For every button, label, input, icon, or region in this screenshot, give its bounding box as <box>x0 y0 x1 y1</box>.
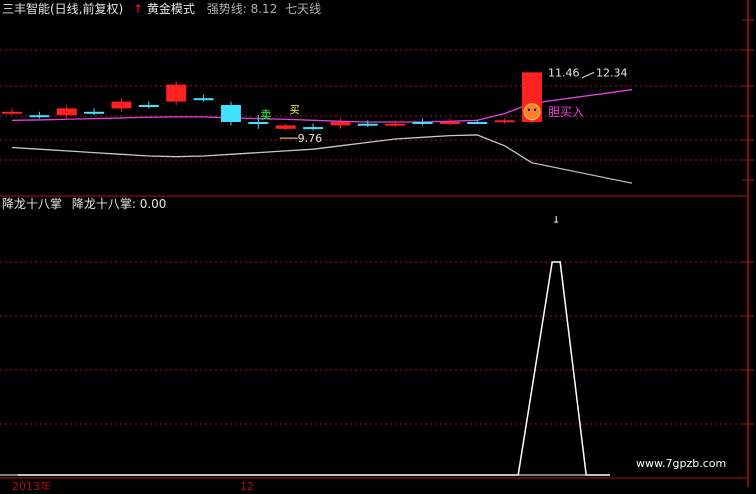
indicator-plot[interactable] <box>18 216 610 476</box>
candle-body <box>357 123 378 126</box>
candle-body <box>330 122 351 126</box>
indicator-line <box>18 261 610 476</box>
up-arrow-icon: ↑ <box>133 2 144 16</box>
sell-marker: 卖 <box>260 108 271 121</box>
label-connector <box>581 71 595 79</box>
buy-signal-label: 胆买入 <box>548 105 584 119</box>
target-price-label: 12.34 <box>596 66 628 79</box>
candle-body <box>412 122 433 124</box>
candle-body <box>303 127 324 130</box>
buy-signal-icon-eye <box>527 108 531 112</box>
candlestick-plot[interactable]: 11.46 12.34 9.76 胆买入 卖 买 <box>2 66 633 184</box>
candle-body <box>494 120 515 123</box>
stock-chart-canvas: 11.46 12.34 9.76 胆买入 卖 买 <box>0 0 754 487</box>
stock-title: 三丰智能(日线,前复权) <box>2 2 124 16</box>
candle-body <box>220 105 241 122</box>
candle-body <box>111 101 132 109</box>
lower-indicator-title[interactable]: 降龙十八掌 <box>2 197 62 211</box>
buy-signal-icon <box>523 103 541 121</box>
candle-body <box>439 122 460 124</box>
candle-body <box>248 122 269 124</box>
upper-header: 三丰智能(日线,前复权) ↑ 黄金模式 强势线: 8.12 七天线 <box>2 2 321 16</box>
series-line <box>531 162 633 184</box>
series-line <box>11 134 533 164</box>
date-axis-month: 12 <box>240 480 254 493</box>
candle-body <box>2 111 22 114</box>
buy-signal-icon-eye <box>533 108 537 112</box>
lower-indicator-value: 降龙十八掌: 0.00 <box>71 197 167 211</box>
high-price-label: 11.46 <box>548 66 580 79</box>
candle-body <box>138 105 159 107</box>
candle-body <box>166 84 187 102</box>
candle-body <box>56 108 77 116</box>
indicator-name[interactable]: 黄金模式 <box>147 2 195 16</box>
series-line <box>531 89 633 104</box>
date-axis-year: 2013年 <box>12 480 51 493</box>
candle-body <box>193 98 214 101</box>
lower-header: 降龙十八掌 降龙十八掌: 0.00 <box>2 197 166 211</box>
buy-marker: 买 <box>290 105 300 117</box>
price-axis <box>742 0 754 487</box>
candle-body <box>385 123 406 126</box>
candle-body <box>29 115 50 118</box>
watermark: www.7gpzb.com <box>636 457 727 470</box>
candle-body <box>467 122 488 124</box>
chart-grid <box>0 49 748 479</box>
low-price-label: 9.76 <box>298 132 323 145</box>
strength-line-value: 强势线: 8.12 <box>206 2 278 16</box>
candle-body <box>84 111 105 114</box>
candle-body <box>275 125 296 129</box>
seven-day-line-label: 七天线 <box>285 2 322 16</box>
